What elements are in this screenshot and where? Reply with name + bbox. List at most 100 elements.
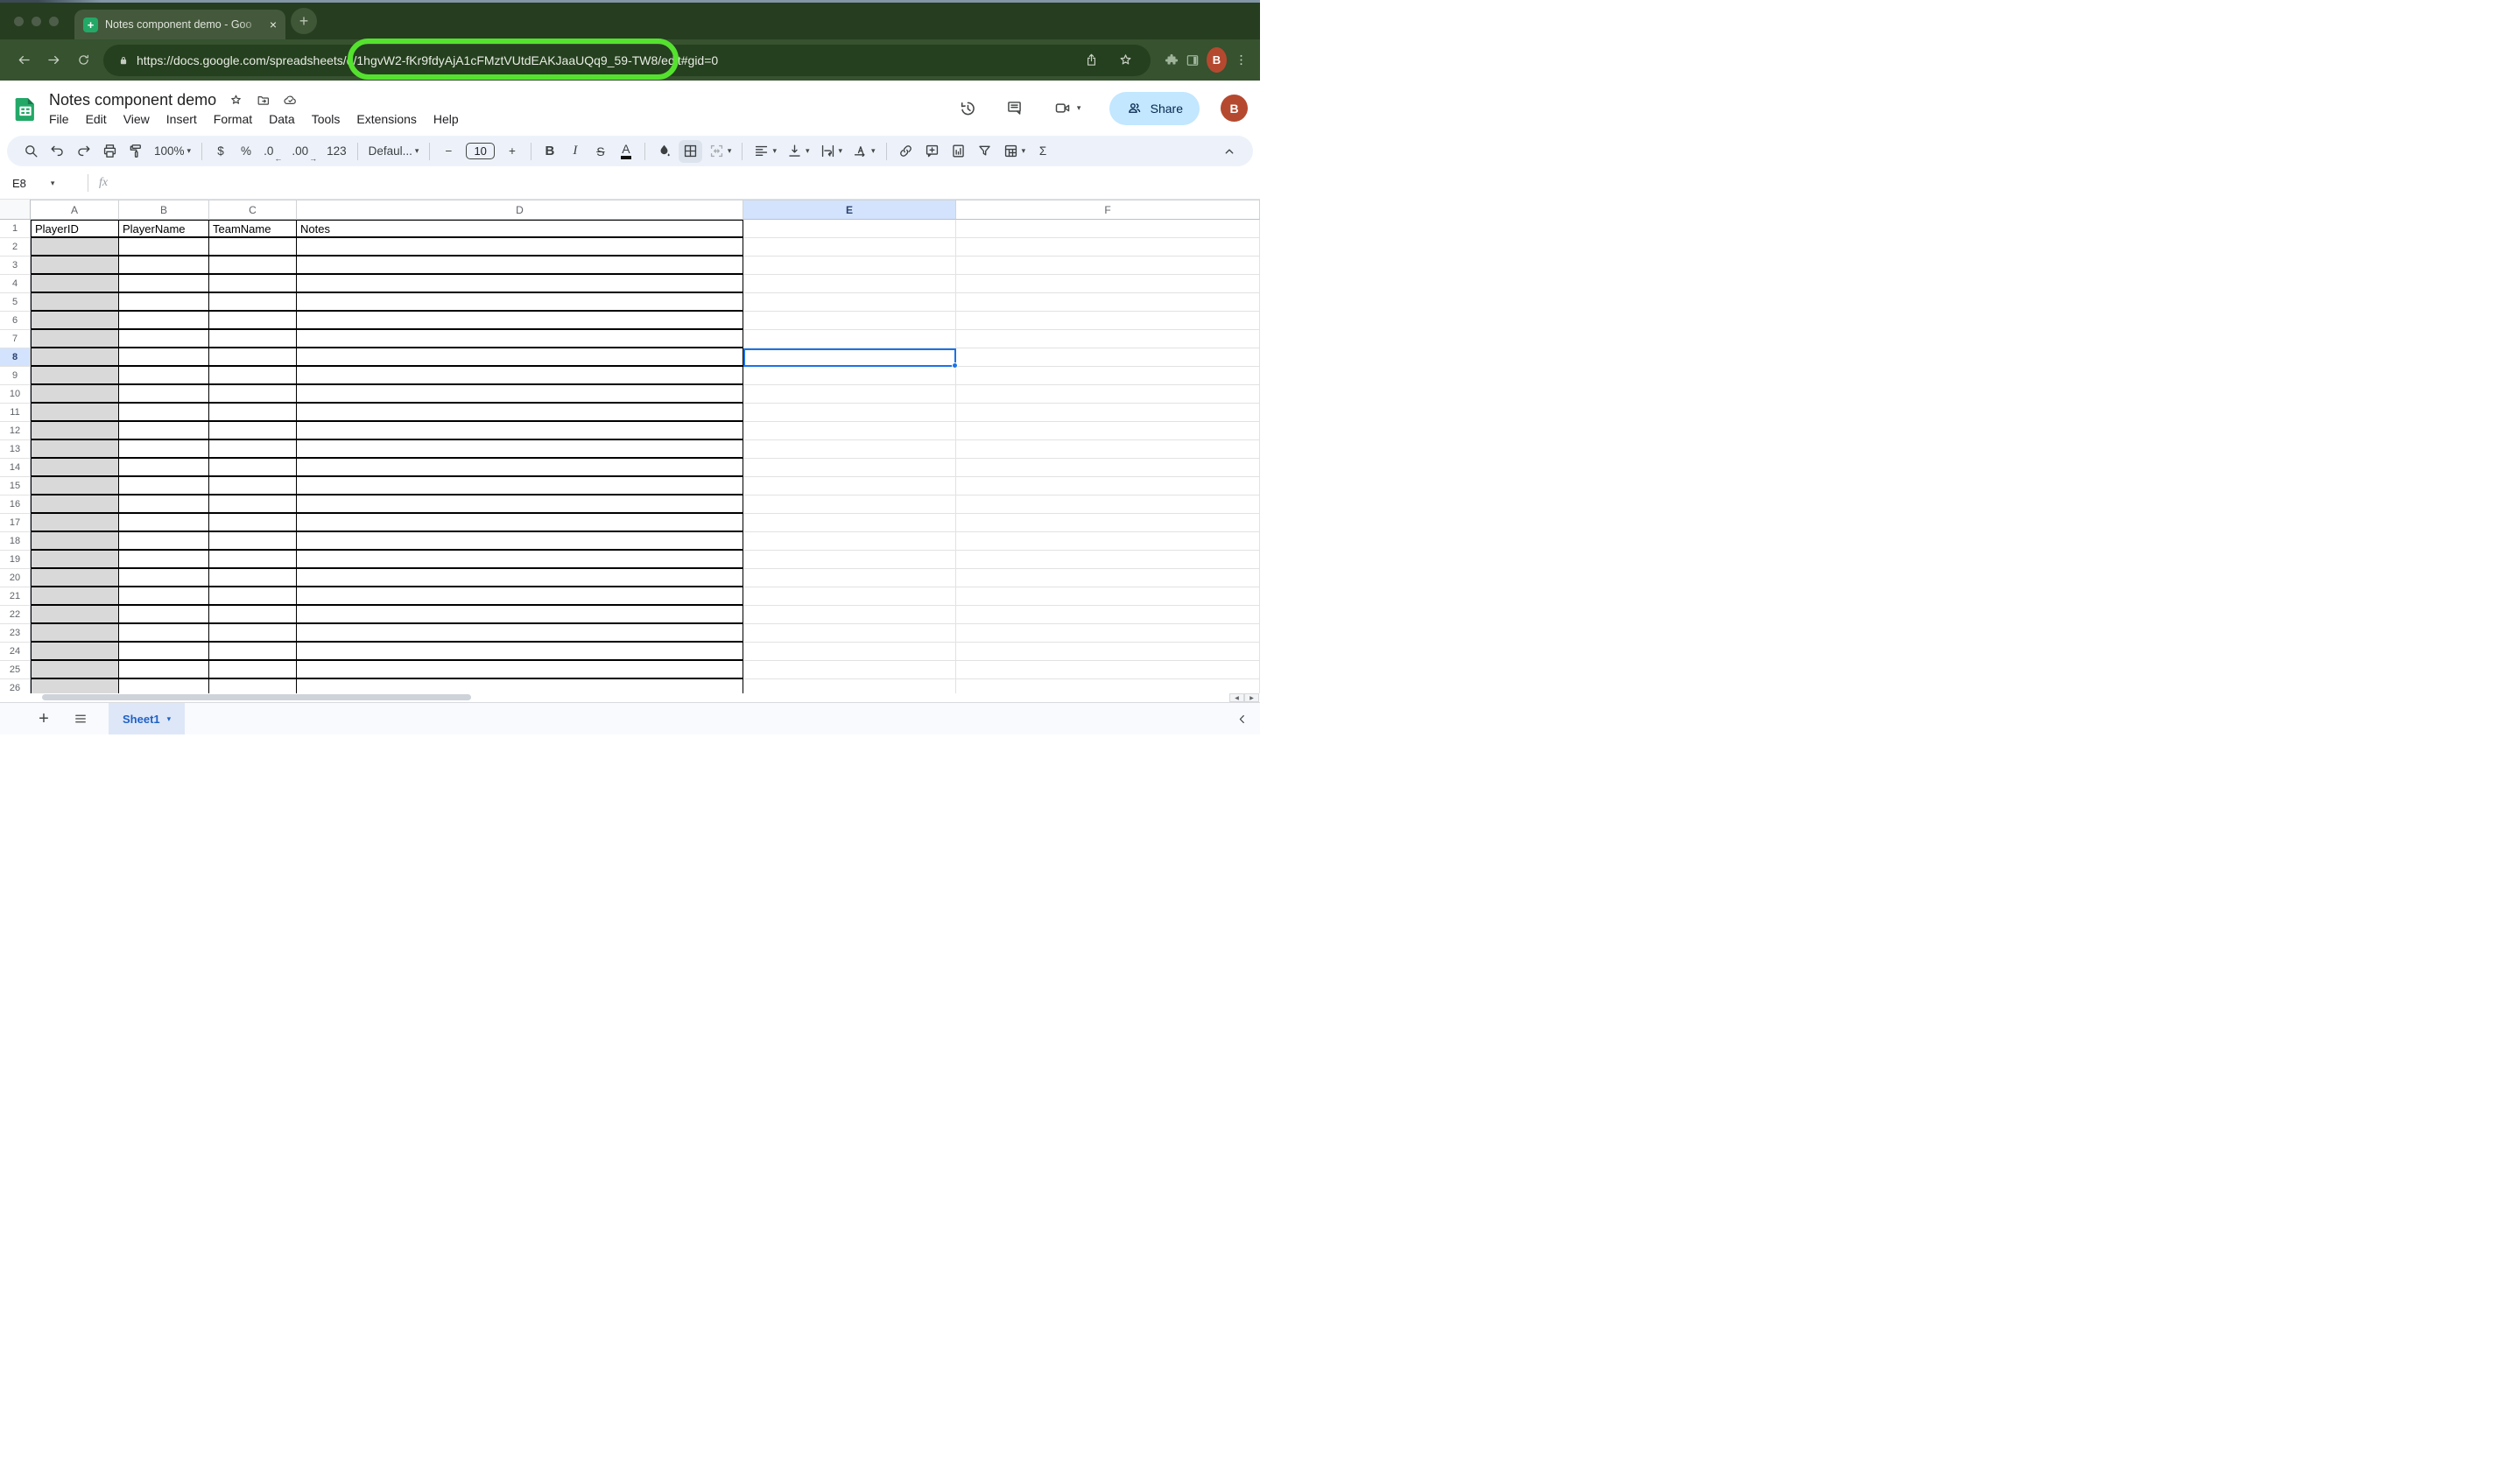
- row-header-12[interactable]: 12: [0, 422, 31, 440]
- side-panel-icon[interactable]: [1182, 47, 1203, 74]
- browser-tab[interactable]: + Notes component demo - Goo ×: [74, 10, 285, 39]
- profile-avatar[interactable]: B: [1221, 95, 1248, 122]
- row-header-7[interactable]: 7: [0, 330, 31, 348]
- strikethrough-button[interactable]: S: [589, 140, 612, 163]
- cell-C9[interactable]: [209, 367, 297, 385]
- cell-F4[interactable]: [956, 275, 1260, 293]
- sheets-logo-icon[interactable]: [11, 94, 40, 123]
- italic-button[interactable]: I: [564, 140, 587, 163]
- cell-A7[interactable]: [31, 330, 119, 348]
- cell-A14[interactable]: [31, 459, 119, 477]
- cell-D18[interactable]: [297, 532, 743, 551]
- vertical-align-button[interactable]: ▾: [783, 140, 813, 163]
- cell-D16[interactable]: [297, 496, 743, 514]
- fill-color-button[interactable]: [652, 140, 676, 163]
- dropdown-caret-icon[interactable]: ▾: [806, 147, 810, 155]
- cell-B14[interactable]: [119, 459, 209, 477]
- row-header-20[interactable]: 20: [0, 569, 31, 587]
- cell-D22[interactable]: [297, 606, 743, 624]
- insert-link-button[interactable]: [894, 140, 918, 163]
- cell-A23[interactable]: [31, 624, 119, 643]
- format-currency-button[interactable]: $: [209, 140, 232, 163]
- reload-button[interactable]: [68, 46, 98, 75]
- bold-button[interactable]: B: [538, 140, 561, 163]
- cell-F16[interactable]: [956, 496, 1260, 514]
- row-header-21[interactable]: 21: [0, 587, 31, 606]
- menu-format[interactable]: Format: [214, 112, 252, 126]
- cell-F5[interactable]: [956, 293, 1260, 312]
- video-call-icon[interactable]: ▾: [1045, 91, 1090, 126]
- text-color-button[interactable]: A: [615, 140, 637, 163]
- cell-E17[interactable]: [743, 514, 956, 532]
- cell-C24[interactable]: [209, 643, 297, 661]
- cell-D14[interactable]: [297, 459, 743, 477]
- cell-D2[interactable]: [297, 238, 743, 257]
- font-size-button[interactable]: 10: [462, 140, 497, 163]
- cell-D4[interactable]: [297, 275, 743, 293]
- cell-E26[interactable]: [743, 679, 956, 693]
- increase-font-size-button[interactable]: +: [501, 140, 524, 163]
- cell-F25[interactable]: [956, 661, 1260, 679]
- cell-F14[interactable]: [956, 459, 1260, 477]
- cell-C22[interactable]: [209, 606, 297, 624]
- cell-A2[interactable]: [31, 238, 119, 257]
- cell-B9[interactable]: [119, 367, 209, 385]
- star-document-icon[interactable]: [229, 93, 243, 108]
- dropdown-caret-icon[interactable]: ▾: [871, 147, 876, 155]
- format-percent-button[interactable]: %: [235, 140, 257, 163]
- row-header-6[interactable]: 6: [0, 312, 31, 330]
- all-sheets-button[interactable]: [66, 704, 95, 734]
- cell-C23[interactable]: [209, 624, 297, 643]
- cell-D9[interactable]: [297, 367, 743, 385]
- cell-D23[interactable]: [297, 624, 743, 643]
- cell-B26[interactable]: [119, 679, 209, 693]
- cell-D25[interactable]: [297, 661, 743, 679]
- column-header-D[interactable]: D: [297, 200, 743, 220]
- cell-D10[interactable]: [297, 385, 743, 404]
- extensions-puzzle-icon[interactable]: [1161, 47, 1182, 74]
- cell-E9[interactable]: [743, 367, 956, 385]
- decrease-font-size-button[interactable]: −: [437, 140, 460, 163]
- tab-close-icon[interactable]: ×: [270, 18, 277, 32]
- cell-A20[interactable]: [31, 569, 119, 587]
- cell-A15[interactable]: [31, 477, 119, 496]
- close-window-button[interactable]: [14, 17, 24, 26]
- text-wrapping-button[interactable]: ▾: [816, 140, 847, 163]
- row-header-22[interactable]: 22: [0, 606, 31, 624]
- version-history-icon[interactable]: [950, 91, 985, 126]
- cell-F24[interactable]: [956, 643, 1260, 661]
- cell-F3[interactable]: [956, 257, 1260, 275]
- cell-D19[interactable]: [297, 551, 743, 569]
- dropdown-caret-icon[interactable]: ▾: [839, 147, 843, 155]
- cell-A10[interactable]: [31, 385, 119, 404]
- cell-C18[interactable]: [209, 532, 297, 551]
- row-header-19[interactable]: 19: [0, 551, 31, 569]
- cell-D26[interactable]: [297, 679, 743, 693]
- more-formats-button[interactable]: 123: [323, 140, 350, 163]
- zoom-select-button[interactable]: 100%▾: [151, 140, 194, 163]
- collapse-panel-icon[interactable]: [1235, 712, 1249, 727]
- increase-decimal-places-button[interactable]: .00→: [288, 140, 320, 163]
- scroll-right-button[interactable]: ▶: [1244, 693, 1259, 702]
- insert-comment-button[interactable]: [920, 140, 944, 163]
- cell-D17[interactable]: [297, 514, 743, 532]
- search-button[interactable]: [19, 140, 43, 163]
- cell-F11[interactable]: [956, 404, 1260, 422]
- cell-A13[interactable]: [31, 440, 119, 459]
- dropdown-caret-icon[interactable]: ▾: [415, 147, 419, 155]
- cell-C5[interactable]: [209, 293, 297, 312]
- cell-C4[interactable]: [209, 275, 297, 293]
- font-size-value[interactable]: 10: [466, 143, 494, 159]
- cell-C19[interactable]: [209, 551, 297, 569]
- row-header-9[interactable]: 9: [0, 367, 31, 385]
- cell-A17[interactable]: [31, 514, 119, 532]
- cell-C12[interactable]: [209, 422, 297, 440]
- back-button[interactable]: [9, 46, 39, 75]
- cell-B21[interactable]: [119, 587, 209, 606]
- toolbar-collapse-button[interactable]: [1218, 140, 1241, 163]
- cell-B22[interactable]: [119, 606, 209, 624]
- document-title[interactable]: Notes component demo: [49, 91, 216, 109]
- row-header-25[interactable]: 25: [0, 661, 31, 679]
- row-header-4[interactable]: 4: [0, 275, 31, 293]
- window-controls[interactable]: [14, 17, 59, 26]
